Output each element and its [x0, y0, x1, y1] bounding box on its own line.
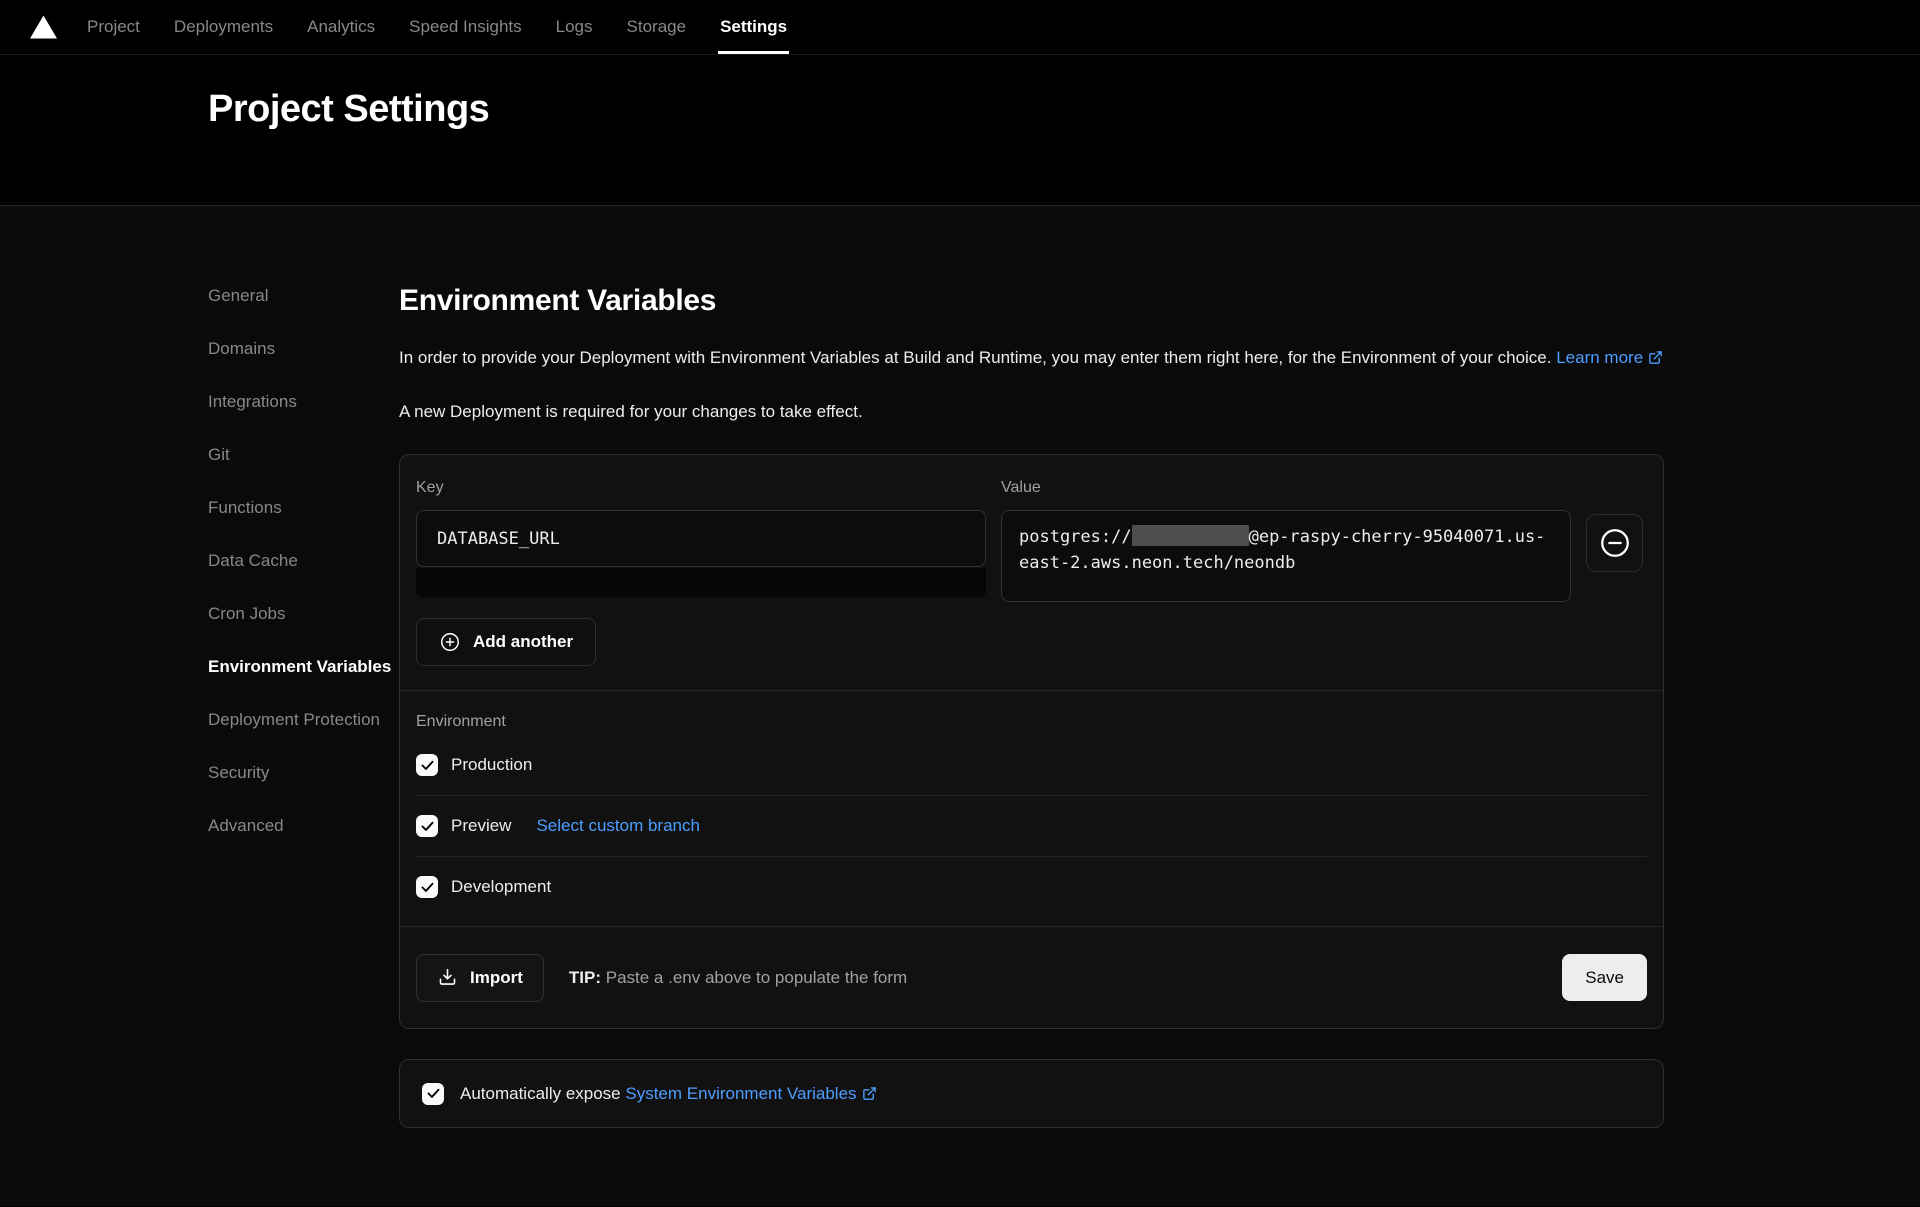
value-label: Value: [1001, 479, 1571, 497]
add-another-button[interactable]: Add another: [416, 618, 596, 666]
tab-speed-insights[interactable]: Speed Insights: [409, 0, 521, 54]
preview-label[interactable]: Preview: [451, 816, 511, 836]
learn-more-link[interactable]: Learn more: [1556, 348, 1663, 367]
sidebar-item-cron-jobs[interactable]: Cron Jobs: [208, 604, 399, 624]
deployment-note: A new Deployment is required for your ch…: [399, 402, 1669, 422]
environment-row-preview: Preview Select custom branch: [416, 796, 1647, 856]
save-button[interactable]: Save: [1562, 954, 1647, 1001]
tab-logs[interactable]: Logs: [556, 0, 593, 54]
tab-deployments[interactable]: Deployments: [174, 0, 273, 54]
value-text-post: @ep-raspy-cherry-95040: [1249, 527, 1474, 547]
tip-text: TIP: Paste a .env above to populate the …: [569, 968, 907, 988]
auto-expose-text: Automatically expose System Environment …: [460, 1084, 877, 1104]
tab-analytics[interactable]: Analytics: [307, 0, 375, 54]
redacted-secret-block: [1132, 525, 1249, 546]
system-env-vars-label: System Environment Variables: [625, 1084, 856, 1103]
value-text-pre: postgres://: [1019, 527, 1132, 547]
auto-expose-card: Automatically expose System Environment …: [399, 1059, 1664, 1128]
auto-expose-checkbox[interactable]: [422, 1083, 444, 1105]
learn-more-label: Learn more: [1556, 348, 1643, 367]
tip-bold: TIP:: [569, 968, 601, 987]
value-column: Value postgres://@ep-raspy-cherry-950400…: [1001, 479, 1571, 602]
external-link-icon: [862, 1086, 877, 1101]
environment-row-development: Development: [416, 857, 1647, 917]
auto-expose-label: Automatically expose: [460, 1084, 621, 1103]
settings-sidebar: General Domains Integrations Git Functio…: [0, 286, 399, 1206]
key-value-row: Key Value postgres:// @ep-raspy-cherry-95…: [400, 455, 1663, 602]
section-heading: Environment Variables: [399, 284, 1669, 318]
section-description: In order to provide your Deployment with…: [399, 342, 1669, 373]
key-input-shadow: [416, 568, 986, 597]
select-custom-branch-link[interactable]: Select custom branch: [536, 816, 699, 836]
import-button[interactable]: Import: [416, 954, 544, 1002]
remove-row-button[interactable]: [1586, 514, 1643, 572]
import-label: Import: [470, 968, 523, 988]
page-title: Project Settings: [208, 88, 1920, 131]
sidebar-item-integrations[interactable]: Integrations: [208, 392, 399, 412]
download-icon: [437, 967, 458, 988]
sidebar-item-data-cache[interactable]: Data Cache: [208, 551, 399, 571]
sidebar-item-general[interactable]: General: [208, 286, 399, 306]
top-navigation: Project Deployments Analytics Speed Insi…: [0, 0, 1920, 55]
sidebar-item-git[interactable]: Git: [208, 445, 399, 465]
description-text: In order to provide your Deployment with…: [399, 348, 1551, 367]
nav-tabs: Project Deployments Analytics Speed Insi…: [87, 0, 787, 54]
check-icon: [420, 758, 435, 773]
environment-row-production: Production: [416, 735, 1647, 795]
key-input[interactable]: [416, 510, 986, 567]
environment-label: Environment: [416, 713, 1647, 731]
sidebar-item-advanced[interactable]: Advanced: [208, 816, 399, 836]
check-icon: [426, 1086, 441, 1101]
minus-circle-icon: [1598, 526, 1632, 560]
content-area: General Domains Integrations Git Functio…: [0, 206, 1920, 1206]
card-footer: Import TIP: Paste a .env above to popula…: [400, 926, 1663, 1028]
main-panel: Environment Variables In order to provid…: [399, 286, 1669, 1206]
tab-project[interactable]: Project: [87, 0, 140, 54]
sidebar-item-domains[interactable]: Domains: [208, 339, 399, 359]
development-label[interactable]: Development: [451, 877, 551, 897]
system-env-vars-link[interactable]: System Environment Variables: [625, 1084, 876, 1103]
tab-storage[interactable]: Storage: [627, 0, 687, 54]
key-label: Key: [416, 479, 986, 497]
sidebar-item-deployment-protection[interactable]: Deployment Protection: [208, 710, 399, 730]
development-checkbox[interactable]: [416, 876, 438, 898]
sidebar-item-functions[interactable]: Functions: [208, 498, 399, 518]
plus-circle-icon: [439, 631, 461, 653]
vercel-logo-icon[interactable]: [30, 15, 57, 39]
sidebar-item-environment-variables[interactable]: Environment Variables: [208, 657, 399, 677]
external-link-icon: [1648, 344, 1663, 359]
add-another-label: Add another: [473, 632, 573, 652]
page-header: Project Settings: [0, 55, 1920, 206]
production-checkbox[interactable]: [416, 754, 438, 776]
sidebar-item-security[interactable]: Security: [208, 763, 399, 783]
check-icon: [420, 880, 435, 895]
production-label[interactable]: Production: [451, 755, 532, 775]
tab-settings[interactable]: Settings: [720, 0, 787, 54]
value-input[interactable]: postgres://@ep-raspy-cherry-95040071.us-…: [1001, 510, 1571, 602]
check-icon: [420, 819, 435, 834]
tip-body: Paste a .env above to populate the form: [606, 968, 907, 987]
preview-checkbox[interactable]: [416, 815, 438, 837]
environment-section: Environment Production Preview Select cu…: [400, 691, 1663, 917]
env-variables-card: Key Value postgres:// @ep-raspy-cherry-95…: [399, 454, 1664, 1029]
key-column: Key: [416, 479, 986, 602]
